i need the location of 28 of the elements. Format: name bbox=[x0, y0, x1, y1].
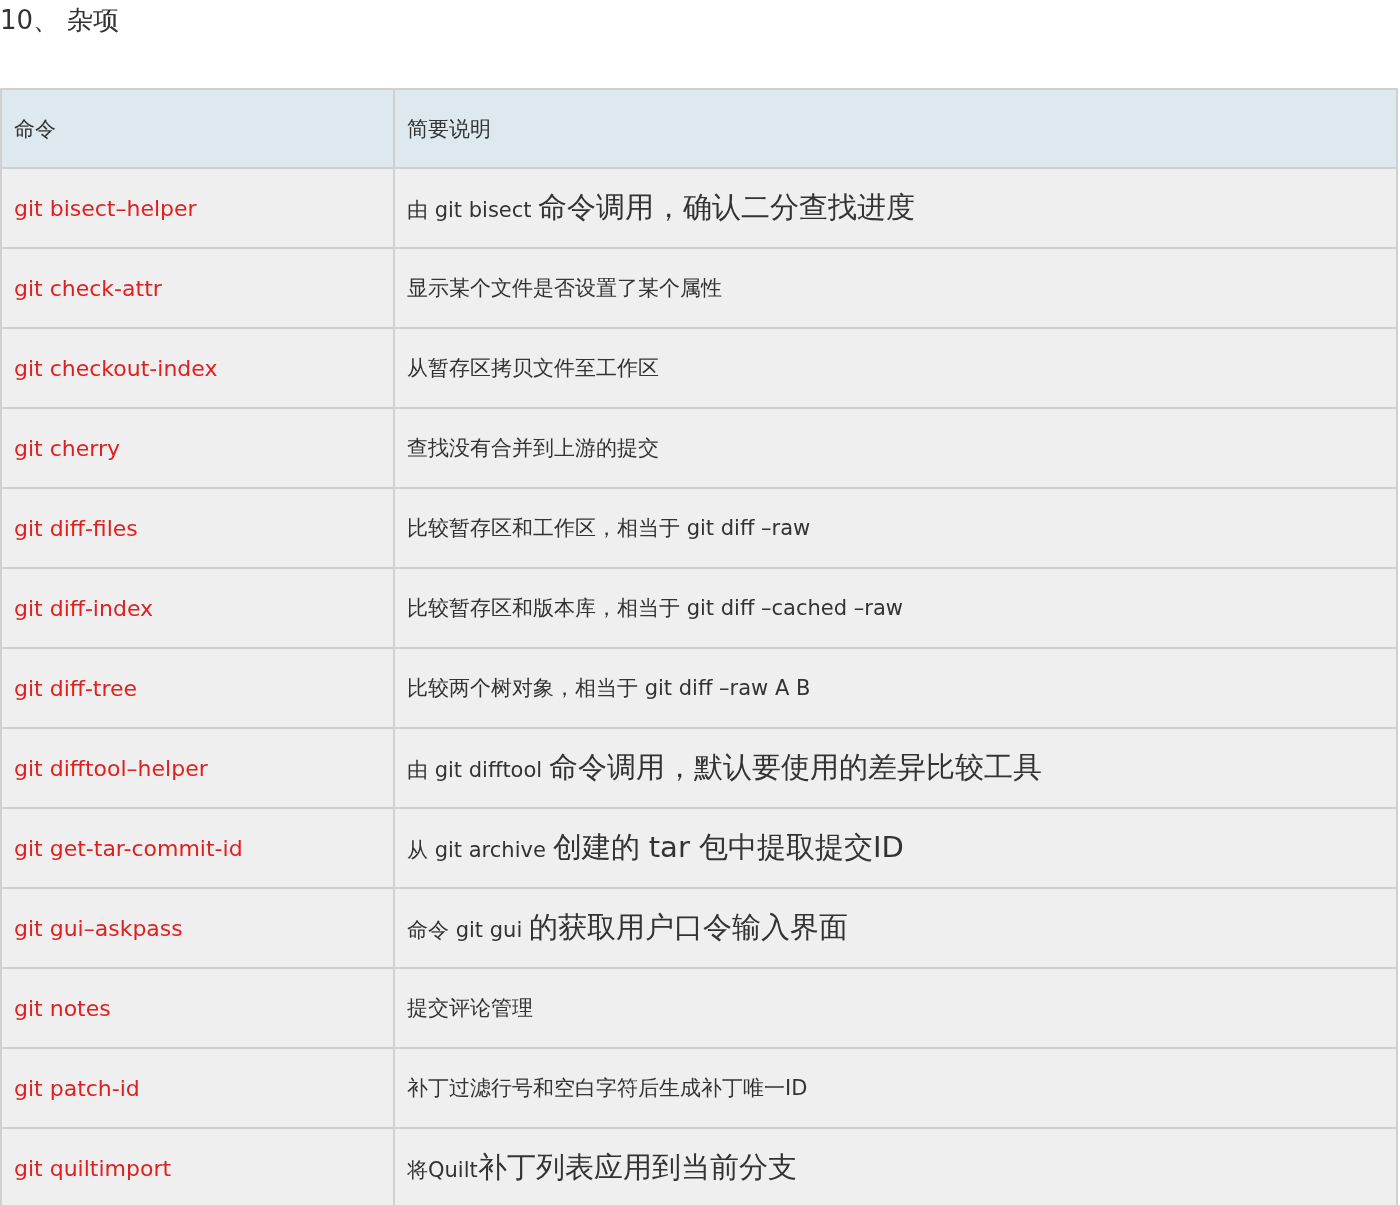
description-cell: 比较两个树对象，相当于 git diff –raw A B bbox=[394, 648, 1397, 728]
command-cell: git difftool–helper bbox=[1, 728, 394, 808]
description-cell: 由 git difftool 命令调用，默认要使用的差异比较工具 bbox=[394, 728, 1397, 808]
description-cell: 补丁过滤行号和空白字符后生成补丁唯一ID bbox=[394, 1048, 1397, 1128]
command-cell: git get-tar-commit-id bbox=[1, 808, 394, 888]
command-cell: git cherry bbox=[1, 408, 394, 488]
description-cell: 提交评论管理 bbox=[394, 968, 1397, 1048]
description-cell: 比较暂存区和工作区，相当于 git diff –raw bbox=[394, 488, 1397, 568]
command-cell: git bisect–helper bbox=[1, 168, 394, 248]
column-header: 命令 bbox=[1, 89, 394, 168]
description-cell: 显示某个文件是否设置了某个属性 bbox=[394, 248, 1397, 328]
command-cell: git quiltimport bbox=[1, 1128, 394, 1205]
command-cell: git diff-index bbox=[1, 568, 394, 648]
column-header: 简要说明 bbox=[394, 89, 1397, 168]
description-cell: 由 git bisect 命令调用，确认二分查找进度 bbox=[394, 168, 1397, 248]
command-cell: git notes bbox=[1, 968, 394, 1048]
description-cell: 命令 git gui 的获取用户口令输入界面 bbox=[394, 888, 1397, 968]
description-cell: 比较暂存区和版本库，相当于 git diff –cached –raw bbox=[394, 568, 1397, 648]
section-heading: 10、 杂项 bbox=[0, 4, 121, 37]
command-cell: git gui–askpass bbox=[1, 888, 394, 968]
command-cell: git check-attr bbox=[1, 248, 394, 328]
description-cell: 查找没有合并到上游的提交 bbox=[394, 408, 1397, 488]
command-cell: git checkout-index bbox=[1, 328, 394, 408]
description-cell: 从 git archive 创建的 tar 包中提取提交ID bbox=[394, 808, 1397, 888]
command-cell: git diff-files bbox=[1, 488, 394, 568]
command-cell: git patch-id bbox=[1, 1048, 394, 1128]
description-cell: 从暂存区拷贝文件至工作区 bbox=[394, 328, 1397, 408]
command-cell: git diff-tree bbox=[1, 648, 394, 728]
